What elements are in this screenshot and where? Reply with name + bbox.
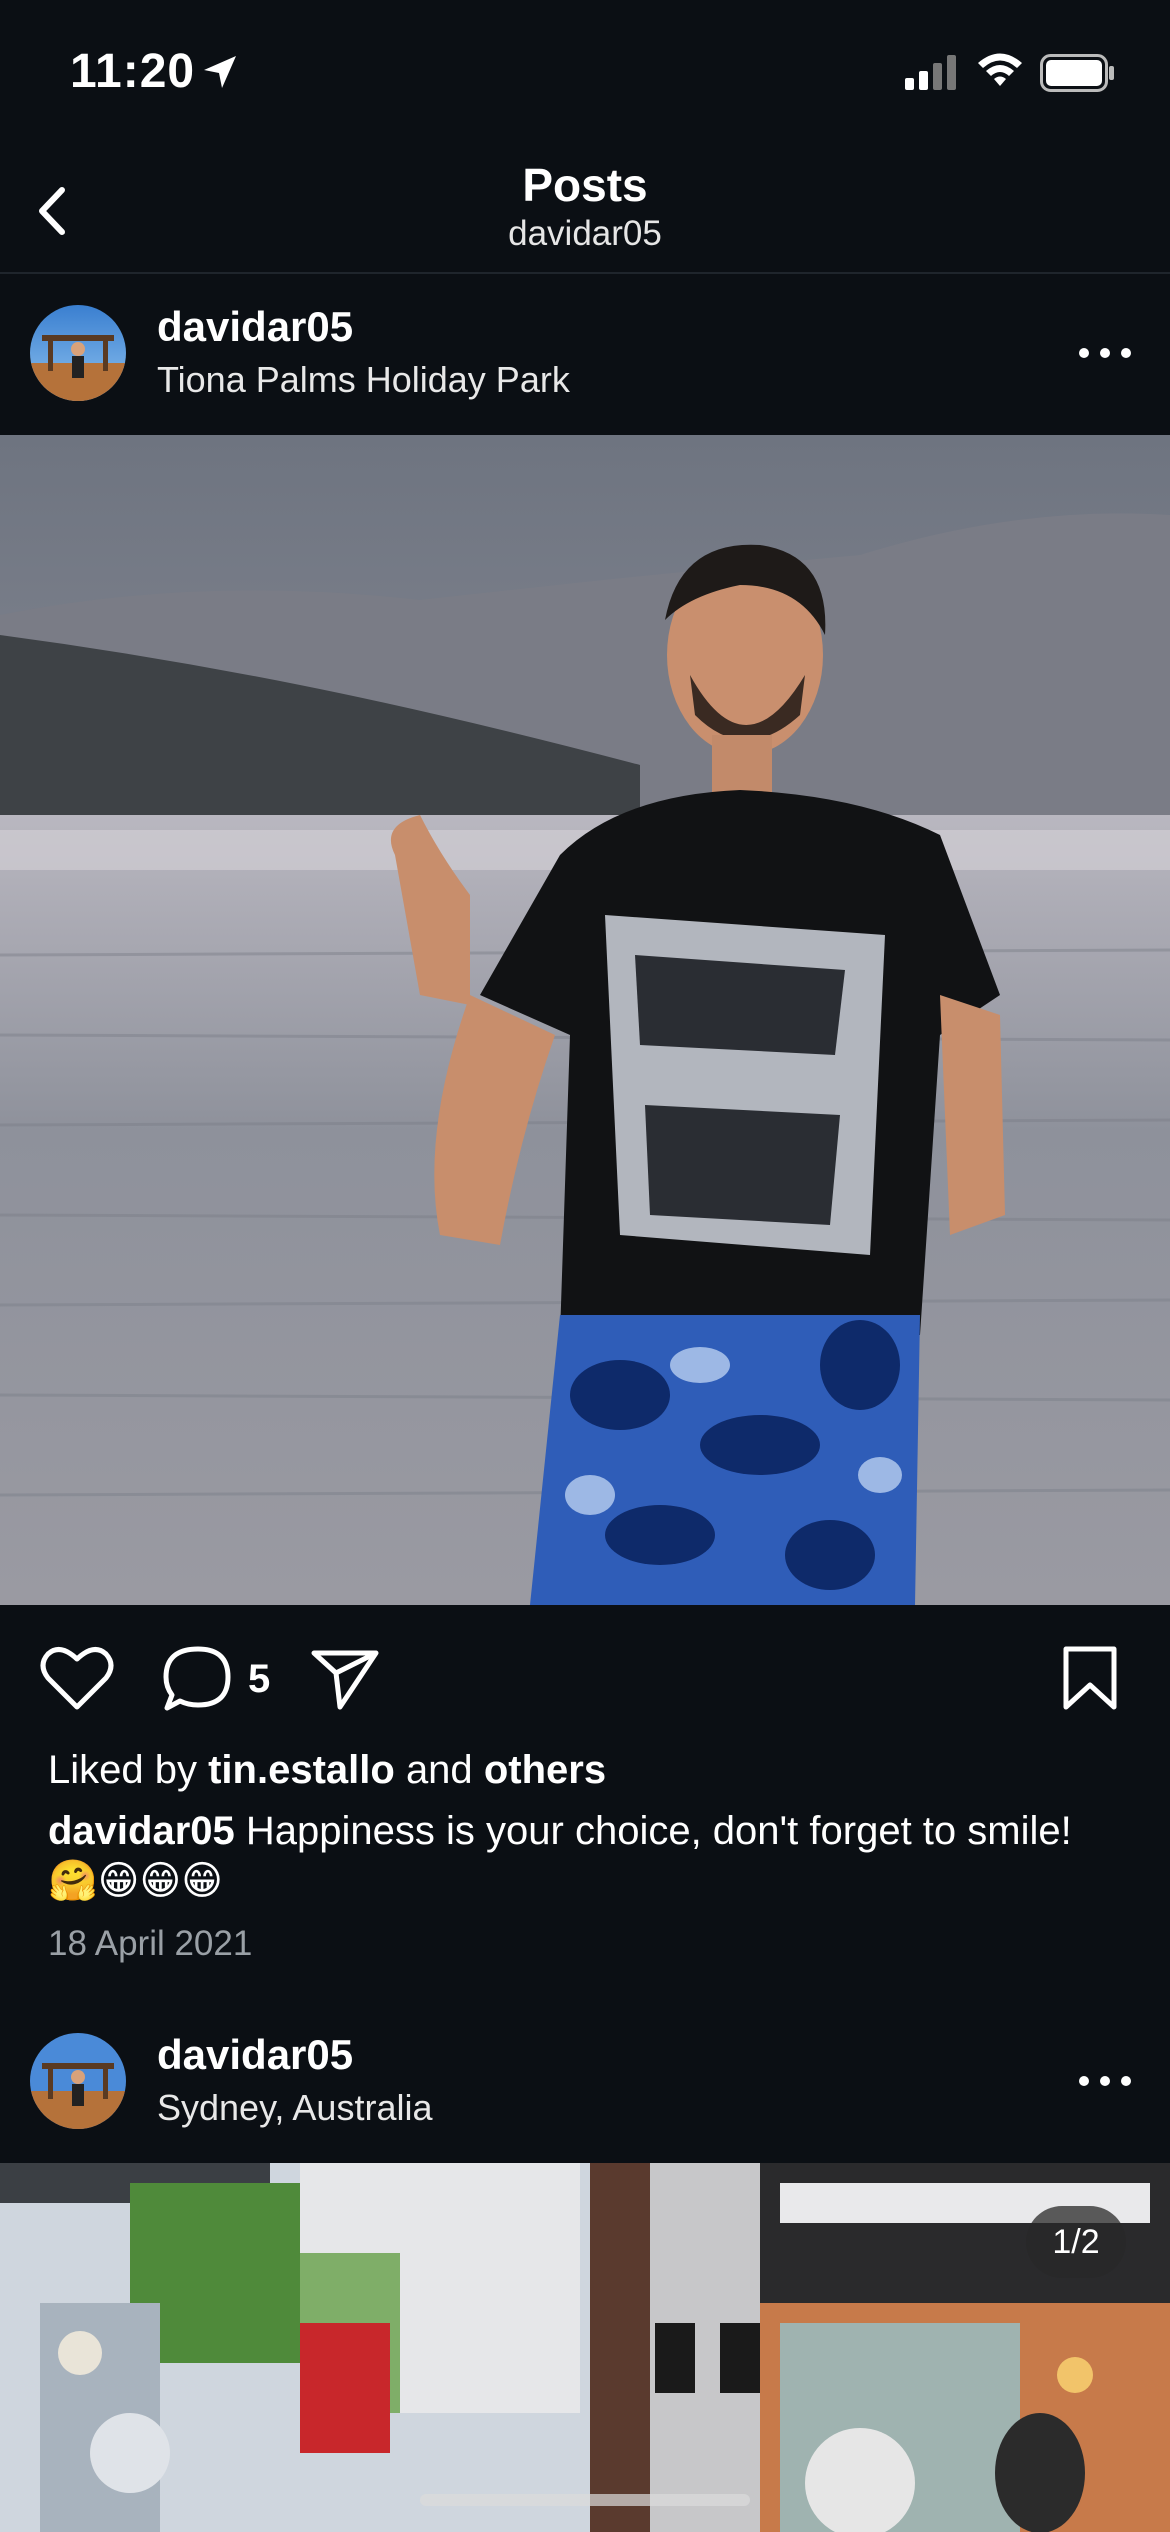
paper-plane-icon[interactable]: [310, 1647, 380, 1711]
post-location[interactable]: Sydney, Australia: [157, 2087, 432, 2129]
liked-by-others[interactable]: others: [484, 1748, 606, 1792]
carousel-counter: 1/2: [1026, 2206, 1126, 2278]
battery-icon: [1040, 54, 1114, 92]
liked-by-prefix: Liked by: [48, 1748, 197, 1792]
post-username[interactable]: davidar05: [157, 303, 353, 351]
status-bar: 11:20: [0, 0, 1170, 150]
post-header: davidar05 Tiona Palms Holiday Park: [0, 275, 1170, 435]
liked-by-and: and: [405, 1748, 473, 1792]
more-options-icon[interactable]: [1070, 335, 1140, 371]
post-username[interactable]: davidar05: [157, 2031, 353, 2079]
page-subtitle: davidar05: [508, 214, 662, 253]
location-arrow-icon: [204, 56, 236, 88]
post-header: davidar05 Sydney, Australia: [0, 2003, 1170, 2163]
comment-count: 5: [248, 1657, 271, 1701]
post-date: 18 April 2021: [48, 1924, 253, 1963]
home-indicator[interactable]: [420, 2494, 750, 2506]
caption-username[interactable]: davidar05: [48, 1809, 235, 1853]
more-options-icon[interactable]: [1070, 2063, 1140, 2099]
likes-summary[interactable]: Liked by tin.estallo and others: [48, 1748, 606, 1793]
liked-by-user[interactable]: tin.estallo: [208, 1748, 395, 1792]
nav-header: Posts davidar05: [0, 150, 1170, 274]
page-title: Posts: [522, 159, 648, 211]
status-time: 11:20: [70, 45, 196, 98]
post-photo[interactable]: [0, 2163, 1170, 2532]
wifi-icon: [978, 53, 1022, 86]
avatar[interactable]: [30, 2033, 126, 2129]
comment-icon[interactable]: [162, 1645, 234, 1713]
post-action-bar: 5: [0, 1605, 1170, 1750]
post-photo[interactable]: [0, 435, 1170, 1605]
avatar[interactable]: [30, 305, 126, 401]
cellular-signal-icon: [905, 55, 956, 90]
post-location[interactable]: Tiona Palms Holiday Park: [157, 359, 570, 401]
post-caption: davidar05 Happiness is your choice, don'…: [48, 1806, 1118, 1906]
bookmark-icon[interactable]: [1060, 1645, 1120, 1711]
heart-icon[interactable]: [40, 1645, 114, 1711]
